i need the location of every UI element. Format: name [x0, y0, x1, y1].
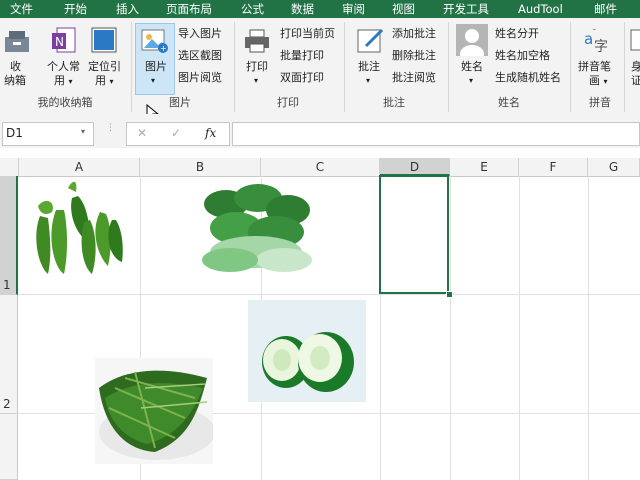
name-label[interactable]: 姓名 [461, 60, 483, 74]
column-header-row: A B C D E F G [0, 158, 640, 177]
pinyin-icon: a 字 ˘ [582, 24, 612, 56]
comment-icon [356, 26, 386, 56]
id-card-icon [630, 28, 640, 52]
gridline [588, 176, 589, 480]
menu-home[interactable]: 开始 [64, 0, 87, 18]
name-box[interactable]: D1 ▾ [2, 122, 94, 146]
gridline [18, 294, 640, 295]
group-label-picture: 图片 [169, 96, 191, 109]
selected-cell-d1[interactable] [379, 175, 449, 294]
ribbon-separator [570, 22, 571, 112]
svg-text:字: 字 [594, 39, 608, 55]
menu-formulas[interactable]: 公式 [241, 0, 264, 18]
row-header-1[interactable]: 1 [0, 176, 18, 295]
print-dropdown-arrow[interactable]: ▾ [254, 74, 258, 88]
person-icon [456, 24, 488, 63]
picture-bok-choy[interactable] [196, 180, 318, 276]
svg-text:+: + [160, 44, 167, 53]
svg-text:N: N [55, 35, 64, 49]
delete-comment[interactable]: 删除批注 [392, 49, 436, 63]
comment-label[interactable]: 批注 [358, 60, 380, 74]
shoucang-label-2[interactable]: 纳箱 [4, 74, 26, 88]
locate-icon [90, 26, 118, 56]
column-header-g[interactable]: G [588, 158, 640, 176]
ribbon-separator [344, 22, 345, 112]
column-header-d[interactable]: D [380, 158, 450, 176]
id-card-label-2[interactable]: 证 [631, 74, 640, 88]
drag-handle-icon[interactable]: ⋮ [106, 124, 115, 140]
id-card-label-1[interactable]: 身 [631, 60, 640, 74]
menu-data[interactable]: 数据 [291, 0, 314, 18]
print-label[interactable]: 打印 [246, 60, 268, 74]
menu-file[interactable]: 文件 [10, 0, 33, 18]
group-label-comment: 批注 [383, 96, 405, 109]
comment-dropdown-arrow[interactable]: ▾ [366, 74, 370, 88]
duplex-print[interactable]: 双面打印 [280, 71, 324, 85]
fill-handle[interactable] [446, 291, 453, 298]
column-header-c[interactable]: C [261, 158, 380, 176]
group-label-name: 姓名 [498, 96, 520, 109]
onenote-icon: N [51, 26, 77, 56]
picture-dropdown-arrow: ▾ [151, 76, 156, 85]
name-add-space[interactable]: 姓名加空格 [495, 49, 550, 63]
formula-input[interactable] [232, 122, 640, 146]
ribbon-separator [448, 22, 449, 112]
personal-label-1[interactable]: 个人常 [47, 60, 80, 74]
cancel-icon[interactable]: ✕ [137, 126, 147, 140]
split-name[interactable]: 姓名分开 [495, 27, 539, 41]
column-header-b[interactable]: B [140, 158, 261, 176]
picture-label: 图片 [145, 60, 167, 73]
picture-leafy-greens[interactable] [95, 358, 215, 464]
region-screenshot[interactable]: 选区截图 [178, 49, 222, 63]
printer-icon [244, 28, 270, 54]
ribbon: 收 纳箱 N 个人常 用 ▾ 定位引 用 ▾ 我的收纳箱 + 图片 ▾ 导入图片… [0, 18, 640, 123]
menu-audtool[interactable]: AudTool [518, 0, 563, 18]
group-label-print: 打印 [277, 96, 299, 109]
locate-label-2[interactable]: 用 ▾ [95, 74, 114, 89]
menu-view[interactable]: 视图 [392, 0, 415, 18]
ribbon-separator [624, 22, 625, 112]
menu-developer[interactable]: 开发工具 [443, 0, 489, 18]
select-all-corner[interactable] [0, 158, 19, 176]
row-header-2[interactable]: 2 [0, 295, 18, 414]
ribbon-separator [131, 22, 132, 112]
menu-page-layout[interactable]: 页面布局 [166, 0, 212, 18]
picture-chili-peppers[interactable] [28, 176, 130, 278]
group-label-pinyin: 拼音 [589, 96, 611, 109]
add-comment[interactable]: 添加批注 [392, 27, 436, 41]
picture-preview[interactable]: 图片阅览 [178, 71, 222, 85]
gridline [519, 176, 520, 480]
comment-preview[interactable]: 批注阅览 [392, 71, 436, 85]
toolbox-icon [4, 28, 30, 54]
name-dropdown-arrow[interactable]: ▾ [469, 74, 473, 88]
formula-controls: ✕ ✓ fx [126, 122, 230, 146]
menu-mail[interactable]: 邮件 [594, 0, 617, 18]
import-picture[interactable]: 导入图片 [178, 27, 222, 41]
picture-icon: + [141, 27, 169, 55]
personal-label-2[interactable]: 用 ▾ [54, 74, 73, 89]
row-header-3[interactable] [0, 414, 18, 480]
menu-review[interactable]: 审阅 [342, 0, 365, 18]
confirm-icon[interactable]: ✓ [171, 126, 181, 140]
svg-text:˘: ˘ [592, 28, 597, 39]
cell-reference: D1 [6, 126, 23, 140]
pinyin-label[interactable]: 拼音笔 [578, 60, 611, 74]
column-header-e[interactable]: E [450, 158, 519, 176]
menu-insert[interactable]: 插入 [116, 0, 139, 18]
locate-label-1[interactable]: 定位引 [88, 60, 121, 74]
chevron-down-icon[interactable]: ▾ [81, 127, 85, 136]
menu-bar: 文件 开始 插入 页面布局 公式 数据 审阅 视图 开发工具 AudTool 邮… [0, 0, 640, 18]
column-header-f[interactable]: F [519, 158, 588, 176]
shoucang-label-1[interactable]: 收 [10, 60, 21, 74]
gridline [450, 176, 451, 480]
print-current-page[interactable]: 打印当前页 [280, 27, 335, 41]
column-header-a[interactable]: A [19, 158, 140, 176]
batch-print[interactable]: 批量打印 [280, 49, 324, 63]
generate-random-name[interactable]: 生成随机姓名 [495, 71, 561, 85]
pinyin-label-2[interactable]: 画 ▾ [589, 74, 608, 89]
picture-cucumber-slices[interactable] [248, 300, 366, 402]
group-label-shoucang: 我的收纳箱 [37, 96, 93, 109]
function-icon[interactable]: fx [205, 126, 216, 140]
ribbon-separator [234, 22, 235, 112]
